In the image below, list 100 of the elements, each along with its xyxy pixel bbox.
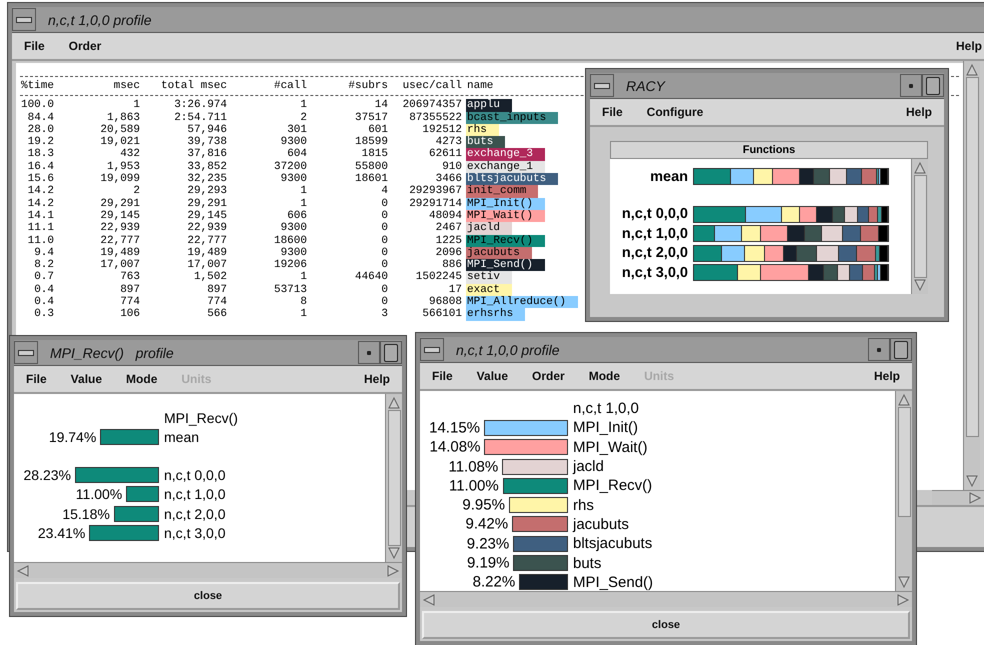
menu-item[interactable]: Help <box>874 369 900 383</box>
window-title: n,c,t 1,0,0 profile <box>455 342 561 358</box>
vertical-scrollbar[interactable] <box>963 61 980 490</box>
row-label: n,c,t 3,0,0 <box>620 264 689 281</box>
maximize-icon[interactable] <box>380 341 402 364</box>
menu-item[interactable]: Order <box>532 369 565 383</box>
up-arrow-icon[interactable] <box>913 161 927 175</box>
right-arrow-icon[interactable] <box>386 564 400 578</box>
menu-item[interactable]: Mode <box>588 369 620 383</box>
function-name-tag: jacubuts <box>466 246 532 260</box>
stacked-bar-drawing[interactable] <box>693 244 889 262</box>
scrollbar-thumb[interactable] <box>966 77 978 437</box>
right-arrow-icon[interactable] <box>968 491 982 505</box>
horizontal-scrollbar[interactable] <box>932 490 984 505</box>
menu-item[interactable]: File <box>24 39 45 53</box>
vertical-scrollbar[interactable] <box>385 394 402 562</box>
table-cell-text: 566101 <box>421 308 462 321</box>
right-arrow-icon[interactable] <box>896 592 910 606</box>
down-arrow-icon[interactable] <box>913 278 927 292</box>
column-header: #call <box>272 80 307 92</box>
table-cell-text: 432 <box>119 148 140 161</box>
table-cell-text: 4 <box>380 185 388 198</box>
table-cell-text: 18.3 <box>26 148 54 161</box>
stacked-bar-drawing[interactable] <box>693 168 889 186</box>
scrollbar-thumb[interactable] <box>914 175 926 278</box>
table-cell-text: 206974357 <box>402 99 462 112</box>
table-cell-text: 301 <box>286 124 307 136</box>
table-cell-text: 37,816 <box>186 148 227 161</box>
table-cell-text: 17,007 <box>99 259 140 272</box>
menu-item[interactable]: Value <box>70 372 102 386</box>
down-arrow-icon[interactable] <box>387 546 401 560</box>
table-cell-text: 1 <box>299 308 307 321</box>
table-cell-text: 17 <box>448 284 462 296</box>
close-button[interactable]: close <box>422 611 910 639</box>
menu-item[interactable]: Value <box>476 369 508 383</box>
table-cell-text: 17,007 <box>186 259 227 272</box>
horizontal-scrollbar[interactable] <box>420 591 912 607</box>
up-arrow-icon[interactable] <box>387 396 401 410</box>
menu-item[interactable]: Mode <box>126 372 158 386</box>
menu-item[interactable]: File <box>26 372 47 386</box>
minimize-icon[interactable] <box>358 341 380 364</box>
vertical-scrollbar[interactable] <box>895 391 912 591</box>
table-cell-text: 604 <box>286 148 307 161</box>
menu-item[interactable]: Help <box>906 105 932 119</box>
window-menu-icon[interactable] <box>590 74 614 97</box>
panel-header[interactable]: Functions <box>610 141 928 159</box>
table-cell-text: 3:26.974 <box>173 99 227 112</box>
stacked-bar-drawing[interactable] <box>693 264 889 282</box>
menu-item[interactable]: Order <box>68 39 102 53</box>
window-menu-icon[interactable] <box>14 341 38 364</box>
table-cell-text: 3 <box>380 308 388 321</box>
maximize-icon[interactable] <box>922 74 944 97</box>
table-cell-text: 897 <box>206 284 227 296</box>
row-label: jacubuts <box>572 516 629 533</box>
table-cell-text: 1815 <box>360 148 388 161</box>
column-header: name <box>466 80 494 92</box>
down-arrow-icon[interactable] <box>897 575 911 589</box>
table-cell-text: 8 <box>299 296 307 308</box>
maximize-icon[interactable] <box>890 338 912 361</box>
left-arrow-icon[interactable] <box>422 592 436 606</box>
table-cell-text: 1 <box>299 271 307 284</box>
close-button[interactable]: close <box>16 582 400 610</box>
function-name-tag: bcast_inputs <box>466 112 558 124</box>
table-cell-text: 19,021 <box>99 136 140 148</box>
percent-label: 28.23% <box>24 466 71 483</box>
table-cell-text: 84.4 <box>26 112 54 124</box>
menu-item[interactable]: File <box>602 105 623 119</box>
stacked-bar-drawing[interactable] <box>693 225 889 242</box>
up-arrow-icon[interactable] <box>897 393 911 407</box>
table-cell-text: 9300 <box>280 136 307 148</box>
down-arrow-icon[interactable] <box>965 474 979 488</box>
menu-item[interactable]: File <box>432 369 453 383</box>
up-arrow-icon[interactable] <box>965 63 979 77</box>
stacked-bar-drawing[interactable] <box>693 206 889 223</box>
table-cell-text: 22,777 <box>186 234 227 247</box>
table-cell-text: 0 <box>380 259 388 272</box>
window-menu-icon[interactable] <box>12 8 36 31</box>
table-cell-text: 0 <box>380 210 388 222</box>
menu-item[interactable]: Help <box>364 372 390 386</box>
percent-label: 11.00% <box>76 486 122 502</box>
window-title: RACY <box>625 78 666 94</box>
minimize-icon[interactable] <box>900 74 922 97</box>
table-cell-text: 14.2 <box>26 198 54 210</box>
menu-item[interactable]: Help <box>956 39 982 53</box>
table-cell-text: 11.1 <box>26 222 54 235</box>
scrollbar-thumb[interactable] <box>898 407 910 517</box>
table-cell-text: 44640 <box>354 271 388 284</box>
minimize-icon[interactable] <box>868 338 890 361</box>
table-cell-text: 9.4 <box>33 246 54 260</box>
table-cell-text: 910 <box>441 160 462 174</box>
scrollbar-thumb[interactable] <box>388 410 400 546</box>
column-header: %time <box>20 80 54 92</box>
window-menu-icon[interactable] <box>420 338 444 361</box>
left-arrow-icon[interactable] <box>16 564 30 578</box>
row-label: MPI_Wait() <box>572 438 648 456</box>
horizontal-scrollbar[interactable] <box>14 562 402 578</box>
menu-item[interactable]: Configure <box>646 105 704 119</box>
vertical-scrollbar[interactable] <box>911 159 928 294</box>
table-cell-text: 32,235 <box>186 173 227 186</box>
function-name-tag: exact <box>466 284 512 296</box>
